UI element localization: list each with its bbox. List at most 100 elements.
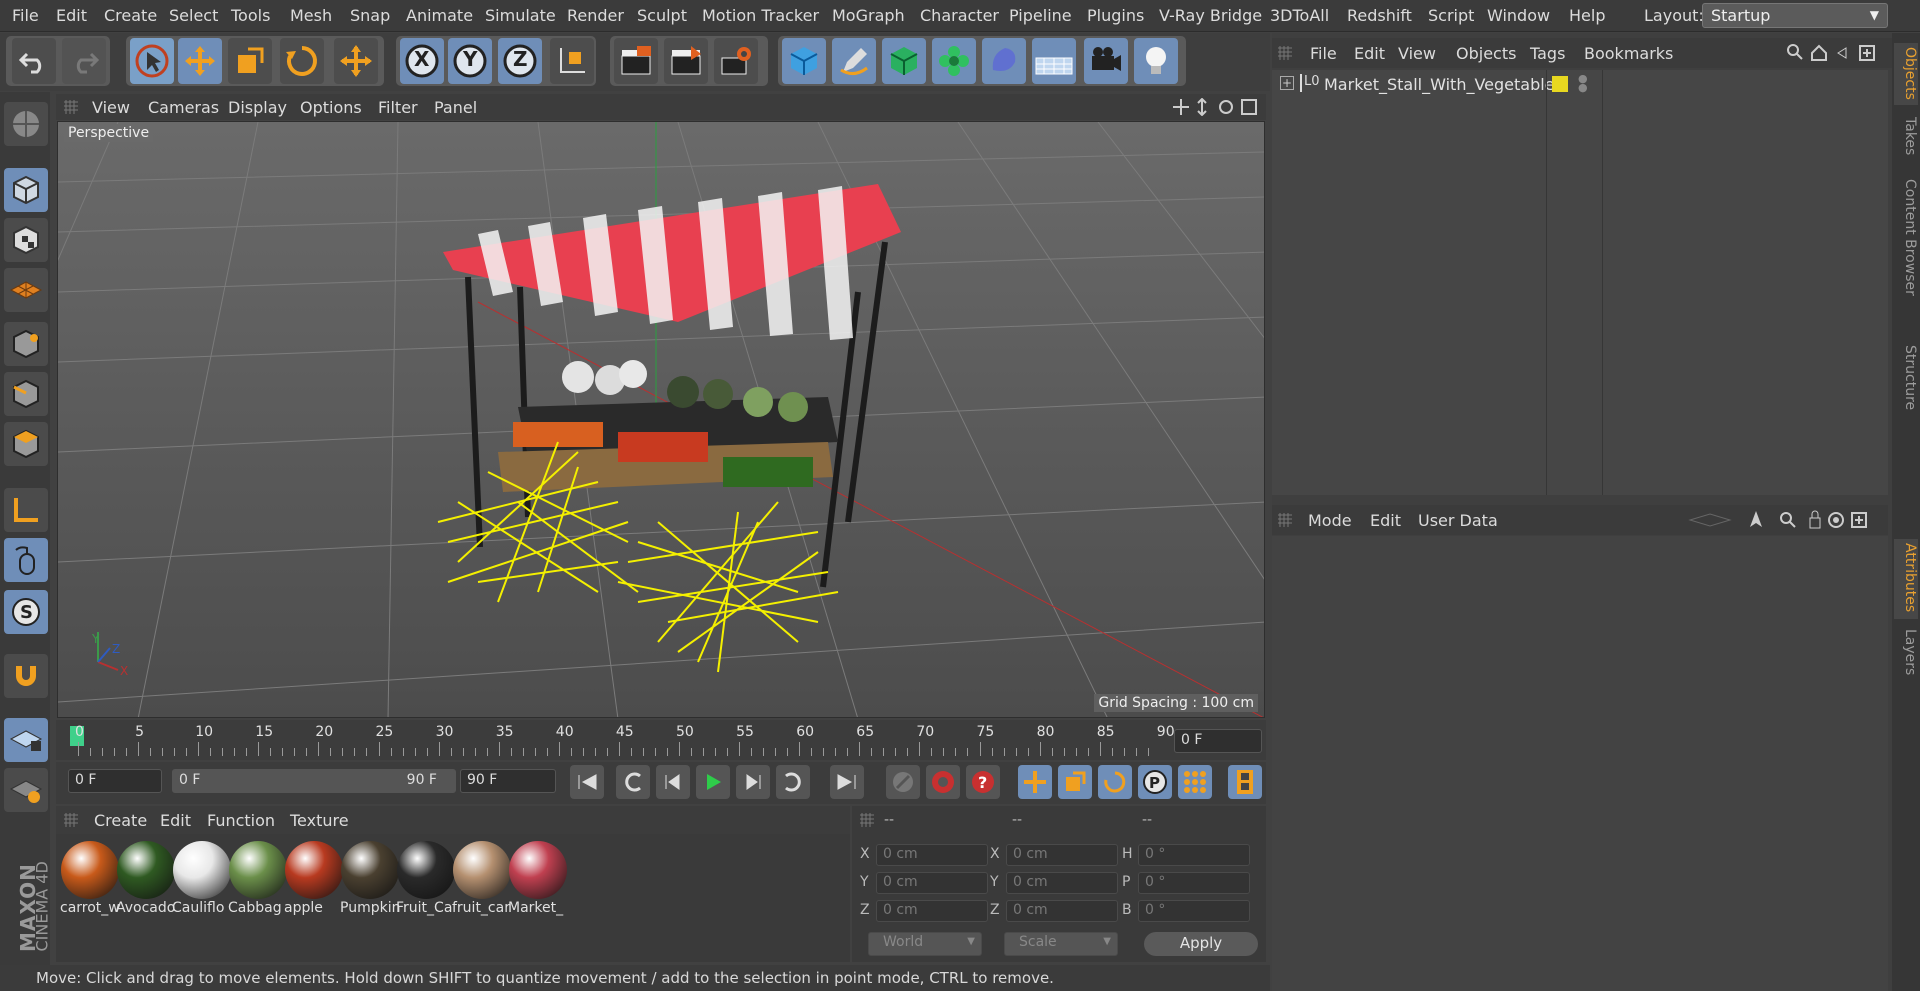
menu-file[interactable]: File: [12, 6, 39, 25]
play-button[interactable]: [696, 765, 730, 799]
planar-workplane-button[interactable]: [4, 768, 48, 812]
vp-menu-panel[interactable]: Panel: [434, 98, 477, 117]
material-swatch[interactable]: Fruit_Ca: [396, 840, 456, 922]
subdivision-button[interactable]: [882, 38, 926, 84]
coord-value-field[interactable]: 0 cm: [1006, 872, 1118, 894]
menu-animate[interactable]: Animate: [406, 6, 473, 25]
coord-value-field[interactable]: 0 cm: [1006, 844, 1118, 866]
current-frame-field[interactable]: 0 F: [1174, 729, 1262, 753]
mat-menu-function[interactable]: Function: [207, 811, 275, 830]
coord-value-field[interactable]: 0 °: [1138, 900, 1250, 922]
menu-plugins[interactable]: Plugins: [1087, 6, 1144, 25]
cube-button[interactable]: [782, 38, 826, 84]
tab-content-browser[interactable]: Content Browser: [1894, 175, 1918, 337]
prev-frame-button[interactable]: [656, 765, 690, 799]
keyframe-selection-button[interactable]: ?: [966, 765, 1000, 799]
next-key-button[interactable]: [776, 765, 810, 799]
menu-select[interactable]: Select: [169, 6, 218, 25]
pen-spline-button[interactable]: [832, 38, 876, 84]
material-swatch[interactable]: Cauliflo: [172, 840, 232, 922]
menu-mesh[interactable]: Mesh: [290, 6, 332, 25]
texture-mode-button[interactable]: [4, 218, 48, 262]
transform-tool-button[interactable]: [334, 38, 378, 84]
material-swatch[interactable]: Market_: [508, 840, 568, 922]
menu-character[interactable]: Character: [920, 6, 999, 25]
attr-menu-edit[interactable]: Edit: [1370, 511, 1401, 530]
autokey-button[interactable]: [926, 765, 960, 799]
menu-snap[interactable]: Snap: [350, 6, 390, 25]
snap-button[interactable]: S: [4, 590, 48, 634]
layer-color-tag[interactable]: [1552, 76, 1568, 92]
prev-key-button[interactable]: [616, 765, 650, 799]
object-name[interactable]: Market_Stall_With_Vegetables: [1324, 75, 1563, 94]
floor-button[interactable]: [1032, 38, 1076, 84]
object-row[interactable]: + L0 Market_Stall_With_Vegetables ● ●: [1272, 70, 1888, 100]
perspective-viewport[interactable]: Y X Z Perspective Grid Spacing : 100 cm: [57, 121, 1265, 718]
layout-select[interactable]: Startup ▼: [1702, 3, 1888, 28]
material-swatch[interactable]: fruit_car: [452, 840, 512, 922]
menu-script[interactable]: Script: [1428, 6, 1474, 25]
menu-tools[interactable]: Tools: [231, 6, 270, 25]
mat-menu-create[interactable]: Create: [94, 811, 147, 830]
render-picture-viewer-button[interactable]: [664, 38, 708, 84]
model-mode-button[interactable]: [4, 168, 48, 212]
coord-value-field[interactable]: 0 °: [1138, 844, 1250, 866]
key-rotation-button[interactable]: [1098, 765, 1132, 799]
visibility-dots-icon[interactable]: ● ●: [1578, 73, 1588, 93]
material-swatch[interactable]: carrot_w: [60, 840, 120, 922]
start-frame-field[interactable]: 0 F: [68, 769, 162, 793]
rotate-tool-button[interactable]: [280, 38, 324, 84]
vp-menu-options[interactable]: Options: [300, 98, 362, 117]
attribute-tool-icons[interactable]: [1686, 509, 1882, 531]
obj-menu-bookmarks[interactable]: Bookmarks: [1584, 44, 1673, 63]
next-frame-button[interactable]: [736, 765, 770, 799]
edges-mode-button[interactable]: [4, 372, 48, 416]
menu-motion-tracker[interactable]: Motion Tracker: [702, 6, 819, 25]
render-settings-button[interactable]: [714, 38, 758, 84]
vp-menu-view[interactable]: View: [92, 98, 130, 117]
select-tool-button[interactable]: [130, 38, 174, 84]
menu-edit[interactable]: Edit: [56, 6, 87, 25]
menu-simulate[interactable]: Simulate: [485, 6, 556, 25]
tab-structure[interactable]: Structure: [1894, 341, 1918, 423]
menu-window[interactable]: Window: [1487, 6, 1550, 25]
scale-tool-button[interactable]: [228, 38, 272, 84]
obj-menu-tags[interactable]: Tags: [1530, 44, 1565, 63]
timeline-ruler[interactable]: 0 5 10 15 20 25 30 35 40 45 50 55 60 65 70 75 80 85 90 0 F: [56, 720, 1266, 760]
light-button[interactable]: [1134, 38, 1178, 84]
obj-menu-edit[interactable]: Edit: [1354, 44, 1385, 63]
key-position-button[interactable]: [1018, 765, 1052, 799]
tab-objects[interactable]: Objects: [1894, 43, 1918, 105]
menu-3dtoall[interactable]: 3DToAll: [1270, 6, 1329, 25]
coord-value-field[interactable]: 0 cm: [876, 900, 988, 922]
viewport-nav-icons[interactable]: [1172, 98, 1262, 116]
key-parameter-button[interactable]: P: [1138, 765, 1172, 799]
vp-menu-cameras[interactable]: Cameras: [148, 98, 219, 117]
coordinate-system-button[interactable]: [550, 38, 594, 84]
redo-button[interactable]: [62, 38, 106, 84]
apply-button[interactable]: Apply: [1144, 932, 1258, 956]
go-to-end-button[interactable]: [830, 765, 864, 799]
key-scale-button[interactable]: [1058, 765, 1092, 799]
menu-redshift[interactable]: Redshift: [1347, 6, 1412, 25]
coord-value-field[interactable]: 0 °: [1138, 872, 1250, 894]
menu-vray-bridge[interactable]: V-Ray Bridge: [1159, 6, 1262, 25]
tab-takes[interactable]: Takes: [1894, 113, 1918, 169]
menu-sculpt[interactable]: Sculpt: [637, 6, 687, 25]
mat-menu-edit[interactable]: Edit: [160, 811, 191, 830]
go-to-start-button[interactable]: [570, 765, 604, 799]
menu-pipeline[interactable]: Pipeline: [1009, 6, 1072, 25]
mat-menu-texture[interactable]: Texture: [290, 811, 349, 830]
coord-value-field[interactable]: 0 cm: [876, 872, 988, 894]
menu-help[interactable]: Help: [1569, 6, 1605, 25]
material-swatch[interactable]: apple: [284, 840, 344, 922]
render-view-button[interactable]: [614, 38, 658, 84]
obj-menu-view[interactable]: View: [1398, 44, 1436, 63]
frame-range-slider[interactable]: 0 F 90 F: [172, 769, 456, 793]
material-swatch[interactable]: Avocado: [116, 840, 176, 922]
magnet-button[interactable]: [4, 654, 48, 698]
attr-menu-user-data[interactable]: User Data: [1418, 511, 1498, 530]
points-mode-button[interactable]: [4, 322, 48, 366]
tab-layers[interactable]: Layers: [1894, 625, 1918, 685]
expand-icon[interactable]: +: [1280, 76, 1294, 90]
